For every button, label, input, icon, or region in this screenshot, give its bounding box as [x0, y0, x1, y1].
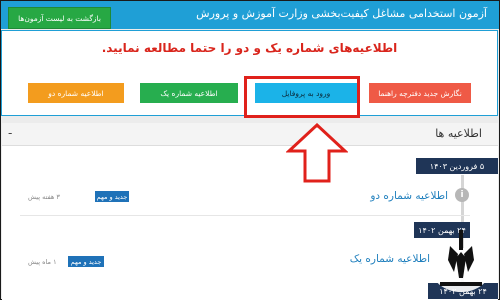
top-header: بازگشت به لیست آزمون‌ها آزمون استخدامی م…: [1, 1, 499, 29]
page-title: آزمون استخدامی مشاغل کیفیت‌بخشی وزارت آم…: [196, 7, 487, 20]
announcements-header: - اطلاعیه ها: [2, 123, 498, 146]
timestamp: ۳ هفته پیش: [28, 193, 60, 201]
watermark-logo: [432, 230, 490, 292]
collapse-button[interactable]: -: [8, 126, 12, 140]
highlight-box: [244, 76, 360, 118]
info-icon: i: [455, 188, 469, 202]
up-arrow-icon: [286, 123, 348, 183]
important-tag: جدید و مهم: [68, 256, 104, 267]
announcements-title: اطلاعیه ها: [435, 127, 482, 140]
notice-one-button[interactable]: اطلاعیه شماره یک: [140, 83, 238, 103]
notice-text: اطلاعیه‌های شماره یک و دو را حتما مطالعه…: [101, 41, 398, 55]
date-badge: ۵ فروردین ۱۴۰۳: [416, 158, 498, 174]
divider: [20, 215, 470, 216]
notice-two-button[interactable]: اطلاعیه شماره دو: [28, 83, 124, 103]
back-to-exams-button[interactable]: بازگشت به لیست آزمون‌ها: [8, 7, 111, 29]
important-tag: جدید و مهم: [95, 191, 129, 202]
timestamp: ۱ ماه پیش: [28, 258, 57, 266]
announcements-panel: - اطلاعیه ها: [2, 123, 498, 300]
announcement-link[interactable]: اطلاعیه شماره دو: [370, 190, 448, 202]
announcement-link[interactable]: اطلاعیه شماره یک: [350, 253, 430, 265]
new-guide-button[interactable]: نگارش جدید دفترچه راهنما: [369, 83, 471, 103]
